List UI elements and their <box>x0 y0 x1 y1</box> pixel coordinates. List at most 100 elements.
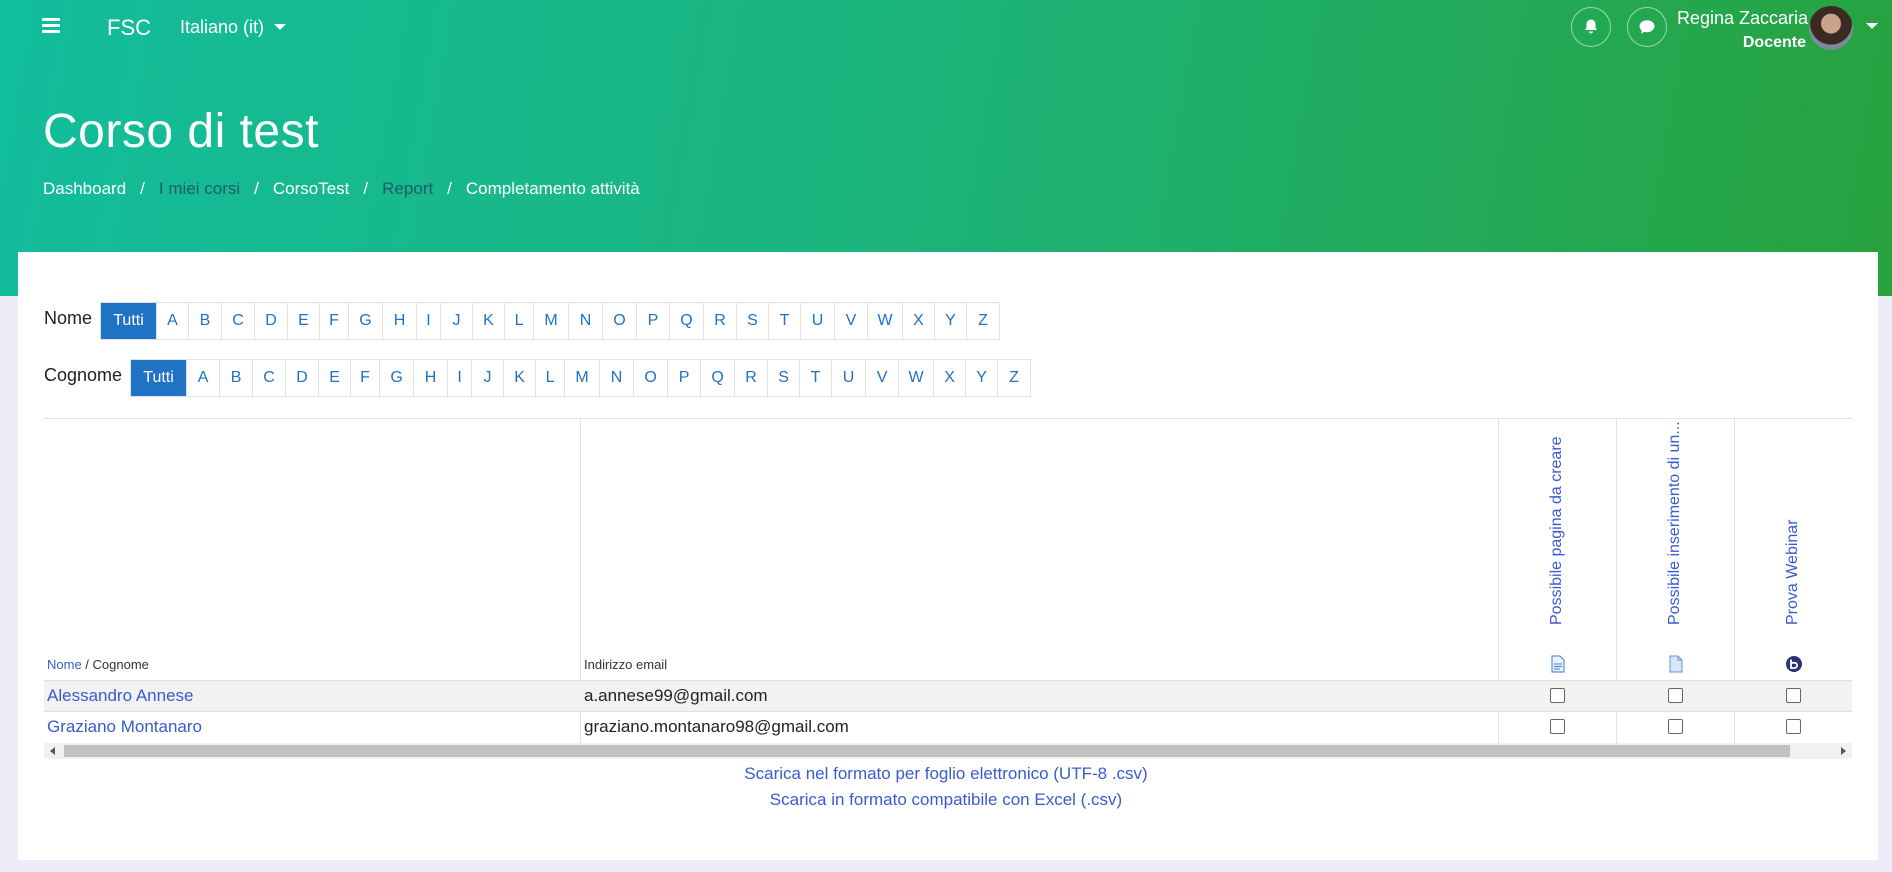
first-name-filter-letter[interactable]: G <box>348 303 382 339</box>
scroll-left-icon[interactable] <box>50 747 55 755</box>
first-name-filter-letter[interactable]: E <box>287 303 319 339</box>
site-brand[interactable]: FSC <box>107 15 151 41</box>
first-name-filter-letter[interactable]: Q <box>669 303 703 339</box>
last-name-letter-list: Tutti ABCDEFGHIJKLMNOPQRSTUVWXYZ <box>130 359 1032 397</box>
last-name-filter-all[interactable]: Tutti <box>131 360 187 396</box>
breadcrumb-report[interactable]: Report <box>382 179 433 198</box>
last-name-filter-letter[interactable]: P <box>667 360 700 396</box>
completion-checkbox[interactable] <box>1786 688 1801 703</box>
breadcrumb-course[interactable]: CorsoTest <box>273 179 350 198</box>
completion-checkbox[interactable] <box>1668 719 1683 734</box>
sort-by-last-name[interactable]: Cognome <box>93 657 149 672</box>
first-name-filter-letter[interactable]: F <box>319 303 348 339</box>
last-name-filter-letter[interactable]: F <box>350 360 379 396</box>
breadcrumb-dashboard[interactable]: Dashboard <box>43 179 126 198</box>
language-label: Italiano (it) <box>180 17 265 37</box>
menu-toggle-icon[interactable] <box>42 18 60 34</box>
first-name-filter-letter[interactable]: T <box>768 303 800 339</box>
last-name-filter-letter[interactable]: J <box>471 360 503 396</box>
first-name-filter-letter[interactable]: K <box>472 303 504 339</box>
chevron-down-icon[interactable] <box>1866 23 1878 29</box>
activity-link-2[interactable]: Possibile inserimento di un... <box>1666 421 1684 625</box>
first-name-filter-letter[interactable]: S <box>736 303 768 339</box>
first-name-filter-letter[interactable]: U <box>800 303 834 339</box>
last-name-filter-letter[interactable]: W <box>898 360 933 396</box>
last-name-filter-letter[interactable]: L <box>535 360 564 396</box>
student-name-link[interactable]: Graziano Montanaro <box>47 717 202 737</box>
first-name-filter-label: Nome <box>44 307 93 328</box>
breadcrumb-current: Completamento attività <box>465 179 640 198</box>
activity-link-3[interactable]: Prova Webinar <box>1784 519 1802 625</box>
activity-link-1[interactable]: Possibile pagina da creare <box>1548 436 1566 625</box>
first-name-filter-letter[interactable]: P <box>636 303 669 339</box>
last-name-filter-letter[interactable]: Z <box>997 360 1030 396</box>
completion-checkbox[interactable] <box>1786 719 1801 734</box>
last-name-filter-letter[interactable]: G <box>379 360 413 396</box>
first-name-filter-letter[interactable]: W <box>867 303 902 339</box>
last-name-filter-letter[interactable]: Q <box>700 360 734 396</box>
last-name-filter-letter[interactable]: D <box>285 360 318 396</box>
last-name-filter-letter[interactable]: B <box>219 360 252 396</box>
last-name-filter-letter[interactable]: I <box>447 360 471 396</box>
first-name-filter-letter[interactable]: V <box>834 303 867 339</box>
last-name-filter-letter[interactable]: K <box>503 360 535 396</box>
last-name-filter-letter[interactable]: C <box>252 360 285 396</box>
completion-checkbox[interactable] <box>1668 688 1683 703</box>
first-name-filter-letter[interactable]: O <box>602 303 636 339</box>
language-menu[interactable]: Italiano (it) <box>180 17 287 38</box>
scrollbar-thumb[interactable] <box>64 745 1790 757</box>
horizontal-scrollbar[interactable] <box>44 743 1852 759</box>
first-name-filter-letter[interactable]: L <box>504 303 533 339</box>
table-row: Graziano Montanaro graziano.montanaro98@… <box>44 711 1852 742</box>
download-csv-utf8-link[interactable]: Scarica nel formato per foglio elettroni… <box>0 764 1892 784</box>
last-name-filter-letter[interactable]: M <box>564 360 599 396</box>
first-name-filter-letter[interactable]: J <box>440 303 472 339</box>
first-name-filter-letter[interactable]: D <box>254 303 287 339</box>
user-role: Docente <box>1742 34 1806 51</box>
last-name-filter-letter[interactable]: Y <box>965 360 997 396</box>
notifications-button[interactable] <box>1571 7 1611 47</box>
last-name-filter-letter[interactable]: X <box>933 360 965 396</box>
first-name-filter-letter[interactable]: N <box>568 303 602 339</box>
file-icon <box>1669 655 1683 673</box>
navbar: FSC Italiano (it) Regina Zaccaria Docent… <box>0 0 1892 56</box>
messages-button[interactable] <box>1627 7 1667 47</box>
breadcrumb-my-courses[interactable]: I miei corsi <box>159 179 240 198</box>
last-name-filter-letter[interactable]: E <box>318 360 350 396</box>
page-title: Corso di test <box>43 105 319 158</box>
scroll-right-icon[interactable] <box>1841 747 1846 755</box>
first-name-filter-letter[interactable]: C <box>221 303 254 339</box>
last-name-filter-letter[interactable]: A <box>186 360 219 396</box>
completion-table: Nome / Cognome Indirizzo email Possibile… <box>44 418 1852 763</box>
last-name-filter-letter[interactable]: R <box>734 360 767 396</box>
last-name-filter-letter[interactable]: H <box>413 360 447 396</box>
first-name-filter-letter[interactable]: R <box>703 303 736 339</box>
last-name-filter-letter[interactable]: V <box>865 360 898 396</box>
first-name-filter-letter[interactable]: Z <box>966 303 999 339</box>
student-name-link[interactable]: Alessandro Annese <box>47 686 194 706</box>
first-name-filter-all[interactable]: Tutti <box>101 303 157 339</box>
avatar[interactable] <box>1809 6 1853 50</box>
first-name-filter-letter[interactable]: I <box>416 303 440 339</box>
download-csv-excel-link[interactable]: Scarica in formato compatibile con Excel… <box>0 790 1892 810</box>
last-name-filter-letter[interactable]: T <box>799 360 831 396</box>
user-name[interactable]: Regina Zaccaria <box>1677 8 1808 29</box>
completion-checkbox[interactable] <box>1550 719 1565 734</box>
activity-column-2: Possibile inserimento di un... <box>1617 419 1733 679</box>
first-name-filter-letter[interactable]: B <box>188 303 221 339</box>
student-email: graziano.montanaro98@gmail.com <box>584 717 849 736</box>
first-name-filter-letter[interactable]: X <box>902 303 934 339</box>
first-name-filter-letter[interactable]: M <box>533 303 568 339</box>
chat-bubble-icon <box>1639 20 1655 34</box>
last-name-filter-letter[interactable]: N <box>599 360 633 396</box>
last-name-filter-letter[interactable]: U <box>831 360 865 396</box>
activity-column-3: Prova Webinar <box>1735 419 1851 679</box>
first-name-filter-letter[interactable]: A <box>156 303 188 339</box>
first-name-filter-letter[interactable]: H <box>382 303 416 339</box>
sort-by-first-name[interactable]: Nome <box>47 657 82 672</box>
completion-checkbox[interactable] <box>1550 688 1565 703</box>
first-name-filter-letter[interactable]: Y <box>934 303 966 339</box>
first-name-letter-list: Tutti ABCDEFGHIJKLMNOPQRSTUVWXYZ <box>100 302 1001 340</box>
last-name-filter-letter[interactable]: O <box>633 360 667 396</box>
last-name-filter-letter[interactable]: S <box>767 360 799 396</box>
